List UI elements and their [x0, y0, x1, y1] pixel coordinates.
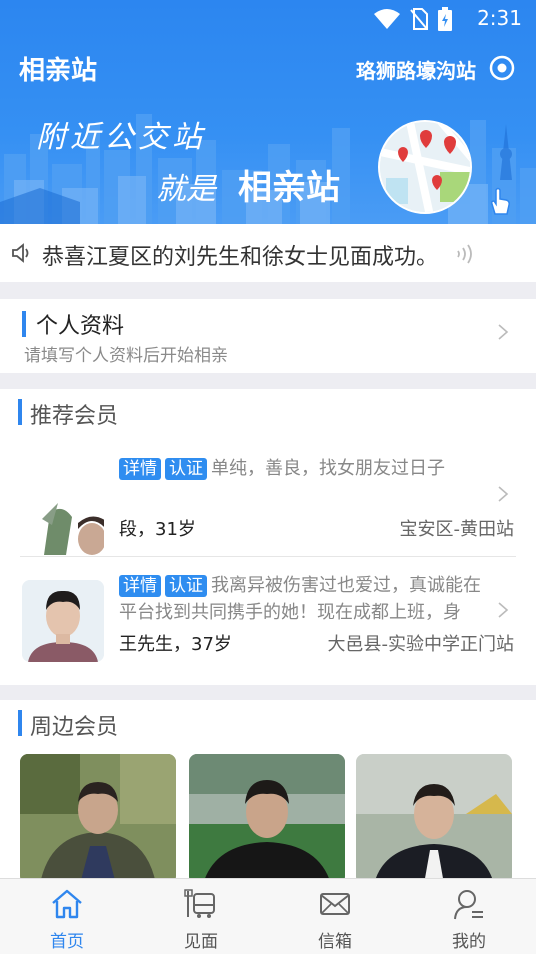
- nearby-member-photo[interactable]: [356, 754, 512, 884]
- member-name-age: 王先生，37岁: [119, 634, 232, 655]
- header-banner: 2:31 相亲站 珞狮路壕沟站 附近公交站 就是 相亲站: [0, 0, 536, 224]
- speaker-icon: [12, 243, 29, 263]
- bus-icon: [184, 889, 215, 918]
- bottom-tab-bar: 首页 见面 信箱 我的: [0, 878, 536, 954]
- section-accent-bar: [18, 710, 22, 736]
- battery-icon: [438, 7, 452, 31]
- notice-bar: 恭喜江夏区的刘先生和徐女士见面成功。: [0, 224, 536, 282]
- member-card[interactable]: 详情认证我离异被伤害过也爱过，真诚能在平台找到共同携手的她！现在成都上班，身高.…: [0, 569, 536, 679]
- verified-tag: 认证: [165, 458, 207, 480]
- profile-title: 个人资料: [36, 314, 125, 339]
- notice-text: 恭喜江夏区的刘先生和徐女士见面成功。: [42, 245, 439, 270]
- tab-label: 见面: [184, 932, 218, 952]
- banner-brand: 相亲站: [238, 168, 340, 208]
- verified-tag: 认证: [165, 575, 207, 597]
- app-title: 相亲站: [19, 56, 98, 86]
- detail-tag[interactable]: 详情: [119, 575, 161, 597]
- user-icon: [454, 890, 483, 920]
- member-name-age: 段，31岁: [119, 519, 196, 540]
- detail-tag[interactable]: 详情: [119, 458, 161, 480]
- locate-icon[interactable]: [488, 54, 516, 82]
- tab-mailbox[interactable]: 信箱: [268, 879, 402, 954]
- section-accent-bar: [18, 399, 22, 425]
- nearby-member-photo[interactable]: [189, 754, 345, 884]
- chevron-right-icon: [498, 602, 509, 618]
- app-screen: 2:31 相亲站 珞狮路壕沟站 附近公交站 就是 相亲站 恭喜江夏区的刘先生和徐…: [0, 0, 536, 954]
- member-avatar: [22, 473, 104, 555]
- chevron-right-icon: [498, 324, 509, 340]
- tab-home[interactable]: 首页: [0, 879, 134, 954]
- sound-wave-icon: [457, 244, 472, 264]
- current-station[interactable]: 珞狮路壕沟站: [356, 55, 476, 84]
- no-sim-icon: [410, 8, 428, 30]
- member-description: 详情 认证 单纯，善良，找女朋友过日子: [119, 455, 491, 482]
- nearby-title: 周边会员: [30, 715, 119, 740]
- status-bar: 2:31: [0, 0, 536, 36]
- recommend-title: 推荐会员: [30, 404, 119, 429]
- member-description: 详情认证我离异被伤害过也爱过，真诚能在平台找到共同携手的她！现在成都上班，身高.…: [119, 572, 491, 626]
- profile-section[interactable]: 个人资料 请填写个人资料后开始相亲: [0, 299, 536, 373]
- nearby-member-photo[interactable]: [20, 754, 176, 884]
- member-location: 大邑县-实验中学正门站: [327, 634, 515, 655]
- tab-label: 我的: [452, 932, 486, 952]
- status-icons: [374, 7, 452, 31]
- wifi-icon: [374, 9, 400, 29]
- divider: [20, 556, 516, 557]
- section-accent-bar: [22, 311, 26, 337]
- member-location: 宝安区-黄田站: [399, 519, 515, 540]
- home-icon: [52, 889, 82, 919]
- map-illustration: [378, 120, 472, 214]
- chevron-right-icon: [498, 486, 509, 502]
- member-card[interactable]: 详情 认证 单纯，善良，找女朋友过日子 段，31岁 宝安区-黄田站: [0, 451, 536, 556]
- member-avatar: [22, 580, 104, 662]
- tab-label: 首页: [50, 932, 84, 952]
- profile-subtitle: 请填写个人资料后开始相亲: [24, 346, 228, 366]
- status-time: 2:31: [477, 6, 522, 30]
- hand-pointer-icon: [491, 187, 510, 215]
- recommend-section: 推荐会员 详情 认证 单纯，善良，找女朋友过日子 段，31岁 宝安区-黄田站 详…: [0, 389, 536, 685]
- banner-slogan-line1: 附近公交站: [36, 120, 206, 155]
- member-bio: 单纯，善良，找女朋友过日子: [211, 458, 445, 479]
- nearby-section: 周边会员: [0, 700, 536, 884]
- tab-label: 信箱: [318, 932, 352, 952]
- tab-meet[interactable]: 见面: [134, 879, 268, 954]
- tab-mine[interactable]: 我的: [402, 879, 536, 954]
- mail-icon: [320, 893, 350, 915]
- banner-slogan-prefix: 就是: [156, 172, 216, 207]
